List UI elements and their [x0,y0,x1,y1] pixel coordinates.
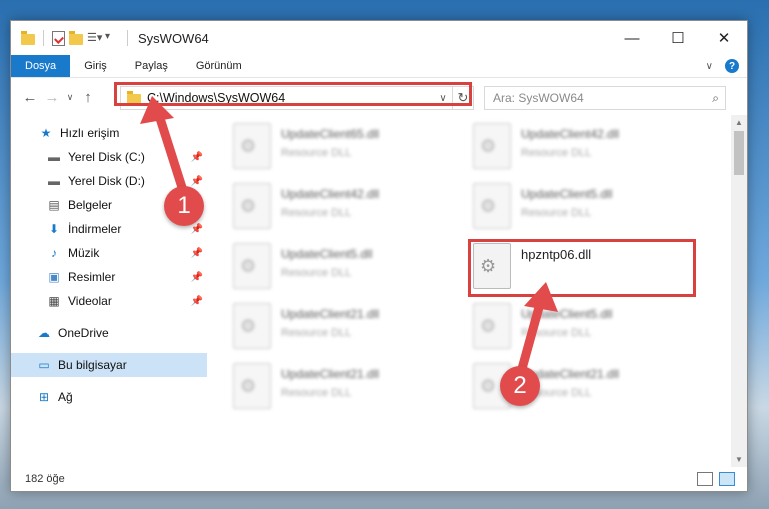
step-2-badge: 2 [500,366,540,406]
annotation-arrows [140,96,558,381]
arrowhead-icon [524,282,558,312]
arrow-to-file [515,295,546,381]
step-1-badge: 1 [164,186,204,226]
arrowhead-icon [140,96,174,124]
